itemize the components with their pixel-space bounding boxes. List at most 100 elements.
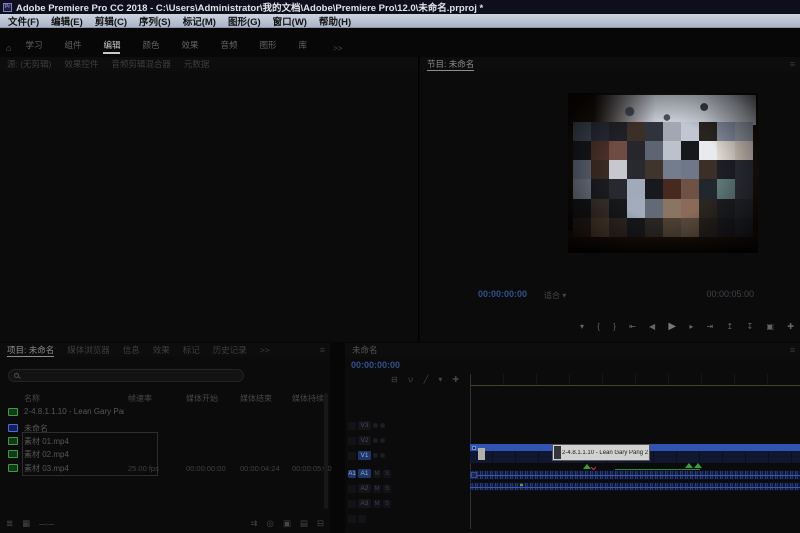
workspace-overflow-icon[interactable]: >> <box>333 44 342 53</box>
source-patch-V3[interactable] <box>348 422 356 430</box>
video-clip-v1[interactable]: 2-4.8.1.1.10 - Lean Gary Pang 2 <box>470 444 800 463</box>
tab-program[interactable]: 节目: 未命名 <box>427 58 474 71</box>
zoom-level-dropdown[interactable]: 适合 ▾ <box>544 290 566 301</box>
mute-button-A2[interactable]: M <box>373 485 381 493</box>
mark-out-button[interactable]: } <box>613 321 616 333</box>
project-item-row[interactable]: 素材 03.mp425.00 fps00:00:00:0000:00:04:24… <box>0 462 322 475</box>
tab-project-2[interactable]: 信息 <box>123 344 140 356</box>
snap-toggle[interactable]: ∪ <box>408 375 414 384</box>
menu-item-7[interactable]: 帮助(H) <box>313 14 357 28</box>
column-header-媒体开始[interactable]: 媒体开始 <box>186 393 218 404</box>
lift-button[interactable]: ↥ <box>727 321 734 333</box>
track-lock-icon[interactable] <box>373 423 378 428</box>
menu-item-0[interactable]: 文件(F) <box>2 14 45 28</box>
workspace-tab-图形[interactable]: 图形 <box>260 40 277 52</box>
workspace-tab-效果[interactable]: 效果 <box>182 40 199 52</box>
automate-to-sequence-button[interactable]: ⇉ <box>250 518 257 529</box>
mark-in-button[interactable]: { <box>597 321 600 333</box>
tab-source-2[interactable]: 音频剪辑混合器 <box>111 58 171 70</box>
clear-button[interactable]: ⊟ <box>317 518 324 529</box>
home-icon[interactable]: ⌂ <box>6 43 11 53</box>
mute-button-A1[interactable]: M <box>373 470 381 478</box>
project-search-box[interactable] <box>8 369 244 382</box>
menu-item-3[interactable]: 序列(S) <box>133 14 177 28</box>
linked-selection-toggle[interactable]: ╱ <box>424 375 429 384</box>
find-button[interactable]: ◎ <box>266 518 273 529</box>
keyframe-marker-green[interactable] <box>694 463 702 468</box>
project-item-row[interactable]: 素材 01.mp4 <box>0 435 322 448</box>
solo-button-A2[interactable]: S <box>383 485 391 493</box>
tab-source-0[interactable]: 源: (无剪辑) <box>7 58 51 70</box>
source-patch-A3[interactable] <box>348 500 356 508</box>
workspace-tab-学习[interactable]: 学习 <box>25 40 42 52</box>
workspace-tab-音频[interactable]: 音频 <box>221 40 238 52</box>
menu-item-6[interactable]: 窗口(W) <box>267 14 313 28</box>
project-tabs-overflow-icon[interactable]: >> <box>260 345 270 355</box>
menu-item-5[interactable]: 图形(G) <box>222 14 267 28</box>
mute-button-A3[interactable]: M <box>373 500 381 508</box>
project-item-row[interactable]: 素材 02.mp4 <box>0 448 322 461</box>
tab-source-3[interactable]: 元数据 <box>184 58 210 70</box>
track-target-A1[interactable]: A1 <box>358 469 371 478</box>
add-marker-button[interactable]: ▾ <box>438 375 442 384</box>
timeline-ruler[interactable] <box>470 374 800 386</box>
menu-item-2[interactable]: 剪辑(C) <box>89 14 133 28</box>
menu-item-4[interactable]: 标记(M) <box>177 14 222 28</box>
solo-button-A3[interactable]: S <box>383 500 391 508</box>
track-target-A3[interactable]: A3 <box>358 499 371 508</box>
step-back-button[interactable]: ◀ <box>649 321 655 333</box>
audio-clip-a1[interactable] <box>470 470 800 480</box>
track-target-V3[interactable]: V3 <box>358 421 371 430</box>
track-lock-icon[interactable] <box>373 453 378 458</box>
workspace-tab-编辑[interactable]: 编辑 <box>103 40 120 54</box>
track-eye-icon[interactable] <box>380 423 385 428</box>
tab-project-1[interactable]: 媒体浏览器 <box>67 344 110 356</box>
list-view-button[interactable]: ≣ <box>6 518 13 529</box>
menu-item-1[interactable]: 编辑(E) <box>45 14 89 28</box>
workspace-tab-颜色[interactable]: 颜色 <box>142 40 159 52</box>
tab-project-3[interactable]: 效果 <box>153 344 170 356</box>
title-bar[interactable]: Pr Adobe Premiere Pro CC 2018 - C:\Users… <box>0 0 800 14</box>
zoom-slider[interactable]: ─◦─ <box>39 519 54 529</box>
program-current-timecode[interactable]: 00:00:00:00 <box>478 289 527 299</box>
step-forward-button[interactable]: ▸ <box>689 321 693 333</box>
track-target-A2[interactable]: A2 <box>358 484 371 493</box>
column-header-帧速率[interactable]: 帧速率 <box>128 393 152 404</box>
icon-view-button[interactable]: ▦ <box>22 518 30 529</box>
source-patch-V2[interactable] <box>348 437 356 445</box>
nest-toggle[interactable]: ⊟ <box>391 375 398 384</box>
project-search-input[interactable] <box>22 370 222 381</box>
timeline-timecode[interactable]: 00:00:00:00 <box>351 360 400 370</box>
keyframe-marker-green[interactable] <box>685 463 693 468</box>
export-frame-button[interactable]: ▣ <box>766 321 774 333</box>
new-item-button[interactable]: ▤ <box>300 518 308 529</box>
go-to-out-button[interactable]: ⇥ <box>707 321 714 333</box>
tab-project-5[interactable]: 历史记录 <box>213 344 247 356</box>
go-to-in-button[interactable]: ⇤ <box>629 321 636 333</box>
solo-button-A1[interactable]: S <box>383 470 391 478</box>
panel-menu-icon[interactable]: ≡ <box>790 345 795 355</box>
extract-button[interactable]: ↧ <box>746 321 753 333</box>
panel-menu-icon[interactable]: ≡ <box>320 345 325 355</box>
track-target-V1[interactable]: V1 <box>358 451 371 460</box>
panel-menu-icon[interactable]: ≡ <box>790 59 795 69</box>
workspace-tab-组件[interactable]: 组件 <box>64 40 81 52</box>
timeline-settings-button[interactable]: ✚ <box>452 375 459 384</box>
track-eye-icon[interactable] <box>380 453 385 458</box>
column-header-媒体结束[interactable]: 媒体结束 <box>240 393 272 404</box>
project-item-row[interactable]: 未命名 <box>0 422 322 435</box>
source-patch-A2[interactable] <box>348 485 356 493</box>
tab-project-4[interactable]: 标记 <box>183 344 200 356</box>
workspace-tab-库[interactable]: 库 <box>299 40 308 52</box>
project-scrollbar[interactable] <box>324 393 328 509</box>
tab-sequence[interactable]: 未命名 <box>352 344 378 356</box>
track-eye-icon[interactable] <box>380 438 385 443</box>
column-header-媒体持续[interactable]: 媒体持续 <box>292 393 324 404</box>
button-editor[interactable]: ✚ <box>787 321 794 333</box>
play-button[interactable]: ▶ <box>668 321 676 333</box>
track-target-V2[interactable]: V2 <box>358 436 371 445</box>
tab-source-1[interactable]: 效果控件 <box>64 58 98 70</box>
tab-project-0[interactable]: 项目: 未命名 <box>7 344 54 357</box>
track-lock-icon[interactable] <box>373 438 378 443</box>
add-marker-button[interactable]: ▾ <box>580 321 584 333</box>
